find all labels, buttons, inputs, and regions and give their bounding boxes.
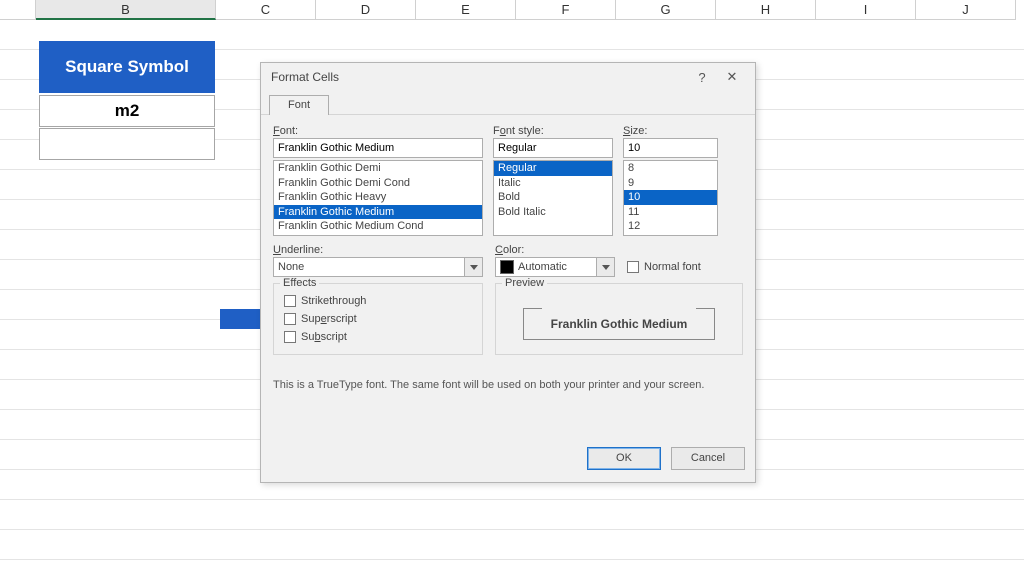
cell-b2-header[interactable]: Square Symbol	[39, 41, 215, 93]
size-label: Size:	[623, 125, 718, 137]
col-header-h[interactable]: H	[716, 0, 816, 20]
color-label: Color:	[495, 244, 615, 256]
underline-label: Underline:	[273, 244, 483, 256]
font-description: This is a TrueType font. The same font w…	[273, 379, 743, 391]
normal-font-checkbox[interactable]: Normal font	[627, 258, 701, 276]
col-header-e[interactable]: E	[416, 0, 516, 20]
chevron-down-icon	[596, 258, 614, 276]
col-header-g[interactable]: G	[616, 0, 716, 20]
ok-button[interactable]: OK	[587, 447, 661, 470]
effects-legend: Effects	[280, 277, 319, 289]
format-cells-dialog: Format Cells ? ✕ Font Font: Franklin Got…	[260, 62, 756, 483]
col-header-f[interactable]: F	[516, 0, 616, 20]
preview-box: Franklin Gothic Medium	[523, 308, 715, 340]
normal-font-label: Normal font	[644, 261, 701, 273]
size-option[interactable]: 8	[624, 161, 717, 176]
font-style-listbox[interactable]: Regular Italic Bold Bold Italic	[493, 160, 613, 236]
font-option[interactable]: Franklin Gothic Heavy	[274, 190, 482, 205]
underline-value: None	[278, 261, 304, 273]
font-style-input[interactable]	[493, 138, 613, 158]
font-listbox[interactable]: Franklin Gothic Demi Franklin Gothic Dem…	[273, 160, 483, 236]
font-label: Font:	[273, 125, 483, 137]
col-header-d[interactable]: D	[316, 0, 416, 20]
style-option[interactable]: Regular	[494, 161, 612, 176]
tab-font[interactable]: Font	[269, 95, 329, 115]
size-input[interactable]	[623, 138, 718, 158]
font-option[interactable]: Franklin Gothic Medium Cond	[274, 219, 482, 234]
size-option[interactable]: 10	[624, 190, 717, 205]
subscript-checkbox[interactable]: Subscript	[284, 328, 472, 346]
col-header-j[interactable]: J	[916, 0, 1016, 20]
strikethrough-label: Strikethrough	[301, 295, 366, 307]
close-icon[interactable]: ✕	[717, 69, 747, 85]
checkbox-icon	[284, 295, 296, 307]
cancel-button[interactable]: Cancel	[671, 447, 745, 470]
cell-b4[interactable]: m2	[39, 95, 215, 127]
subscript-label: Subscript	[301, 331, 347, 343]
font-option[interactable]: Franklin Gothic Demi Cond	[274, 176, 482, 191]
checkbox-icon	[284, 331, 296, 343]
checkbox-icon	[627, 261, 639, 273]
size-option[interactable]: 14	[624, 234, 717, 237]
effects-group: Effects Strikethrough Superscript Subscr…	[273, 283, 483, 355]
font-option[interactable]: Franklin Gothic Medium	[274, 205, 482, 220]
dialog-tabs: Font	[261, 95, 755, 115]
preview-legend: Preview	[502, 277, 547, 289]
cell-b5[interactable]	[39, 128, 215, 160]
col-header-c[interactable]: C	[216, 0, 316, 20]
strikethrough-checkbox[interactable]: Strikethrough	[284, 292, 472, 310]
font-input[interactable]	[273, 138, 483, 158]
font-style-label: Font style:	[493, 125, 613, 137]
checkbox-icon	[284, 313, 296, 325]
preview-group: Preview Franklin Gothic Medium	[495, 283, 743, 355]
superscript-checkbox[interactable]: Superscript	[284, 310, 472, 328]
chevron-down-icon	[464, 258, 482, 276]
size-option[interactable]: 9	[624, 176, 717, 191]
underline-select[interactable]: None	[273, 257, 483, 277]
superscript-label: Superscript	[301, 313, 357, 325]
color-value: Automatic	[518, 261, 567, 273]
column-headers: B C D E F G H I J	[0, 0, 1024, 20]
font-option[interactable]: FrankRuehl	[274, 234, 482, 237]
style-option[interactable]: Bold	[494, 190, 612, 205]
col-header-i[interactable]: I	[816, 0, 916, 20]
style-option[interactable]: Bold Italic	[494, 205, 612, 220]
col-header-b[interactable]: B	[36, 0, 216, 20]
size-option[interactable]: 11	[624, 205, 717, 220]
font-option[interactable]: Franklin Gothic Demi	[274, 161, 482, 176]
dialog-title-text: Format Cells	[271, 70, 687, 84]
dialog-body: Font: Franklin Gothic Demi Franklin Goth…	[261, 115, 755, 439]
color-swatch-icon	[500, 260, 514, 274]
size-option[interactable]: 12	[624, 219, 717, 234]
preview-text: Franklin Gothic Medium	[551, 317, 688, 331]
dialog-footer: OK Cancel	[261, 439, 755, 482]
corner-cell	[0, 0, 36, 20]
color-select[interactable]: Automatic	[495, 257, 615, 277]
style-option[interactable]: Italic	[494, 176, 612, 191]
help-icon[interactable]: ?	[687, 70, 717, 85]
size-listbox[interactable]: 8 9 10 11 12 14	[623, 160, 718, 236]
dialog-titlebar[interactable]: Format Cells ? ✕	[261, 63, 755, 95]
